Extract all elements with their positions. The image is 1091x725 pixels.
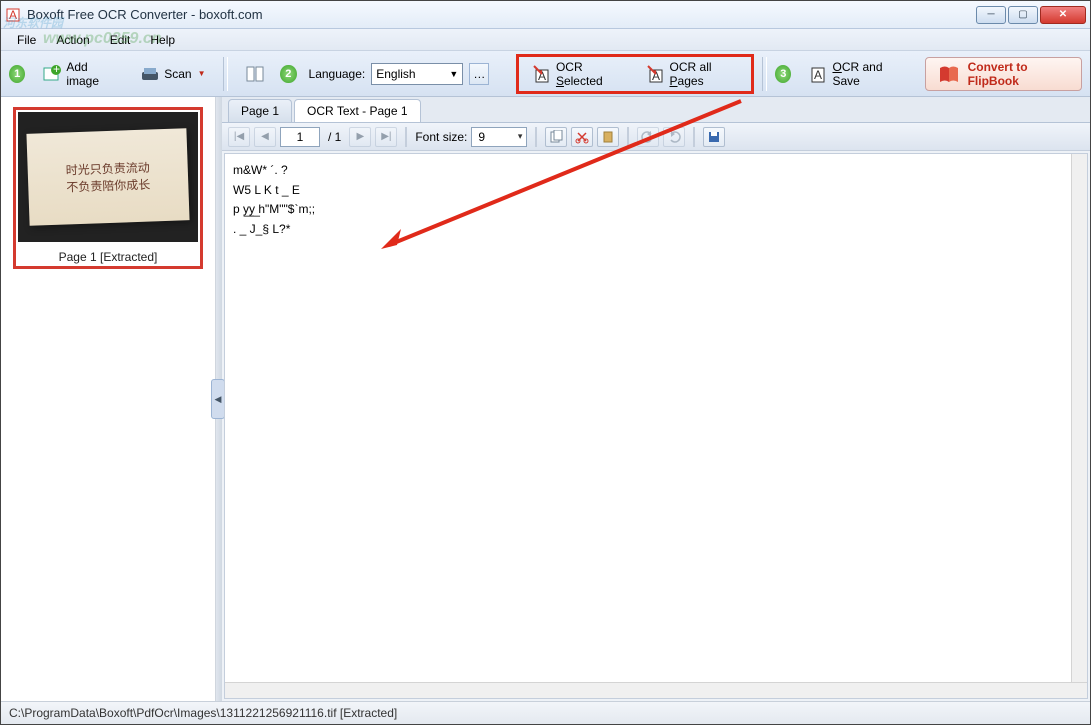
language-select[interactable]: English ▼ <box>371 63 463 85</box>
flipbook-icon <box>938 64 960 84</box>
scan-button[interactable]: Scan ▼ <box>131 57 214 91</box>
step-badge-1: 1 <box>9 65 25 83</box>
undo-button[interactable] <box>637 127 659 147</box>
toolbar: 1 + Add image Scan ▼ 2 Language: English… <box>1 51 1090 97</box>
svg-text:A: A <box>814 68 822 82</box>
ocr-selected-label: OCR Selected <box>556 60 622 88</box>
ocr-and-save-label: OCR and Save <box>832 60 903 88</box>
ocr-and-save-button[interactable]: A OCR and Save <box>799 57 912 91</box>
minimize-button[interactable]: ─ <box>976 6 1006 24</box>
page-total-label: / 1 <box>324 130 345 144</box>
redo-button[interactable] <box>663 127 685 147</box>
thumbnail-sidebar: 时光只负责流动 不负责陪你成长 Page 1 [Extracted] <box>1 97 216 701</box>
font-size-label: Font size: <box>415 130 467 144</box>
chevron-down-icon: ▼ <box>449 69 458 79</box>
last-page-button[interactable]: ▶| <box>375 127 397 147</box>
scanner-icon <box>140 64 160 84</box>
toolbar-separator-2 <box>762 57 768 91</box>
prev-page-button[interactable]: ◀ <box>254 127 276 147</box>
thumbnail-image: 时光只负责流动 不负责陪你成长 <box>18 112 198 242</box>
tab-ocr-text[interactable]: OCR Text - Page 1 <box>294 99 421 122</box>
language-label: Language: <box>309 67 366 81</box>
splitter[interactable]: ◀ <box>216 97 222 701</box>
layout-button[interactable] <box>236 57 274 91</box>
thumbnail-label: Page 1 [Extracted] <box>59 250 158 264</box>
horizontal-scrollbar[interactable] <box>225 682 1087 698</box>
tab-page1[interactable]: Page 1 <box>228 99 292 122</box>
language-value: English <box>376 67 415 81</box>
copy-button[interactable] <box>545 127 567 147</box>
main-area: 时光只负责流动 不负责陪你成长 Page 1 [Extracted] ◀ Pag… <box>1 97 1090 701</box>
paste-button[interactable] <box>597 127 619 147</box>
step-badge-2: 2 <box>280 65 296 83</box>
svg-text:A: A <box>9 8 17 22</box>
convert-flipbook-label: Convert to FlipBook <box>968 60 1069 88</box>
step-badge-3: 3 <box>775 65 791 83</box>
page-number-input[interactable] <box>280 127 320 147</box>
cut-button[interactable] <box>571 127 593 147</box>
menu-file[interactable]: File <box>7 31 46 49</box>
scan-label: Scan <box>164 67 191 81</box>
menubar: File Action Edit Help <box>1 29 1090 51</box>
close-button[interactable]: ✕ <box>1040 6 1086 24</box>
svg-text:+: + <box>53 64 60 76</box>
ocr-selected-button[interactable]: A OCR Selected <box>523 57 631 91</box>
annotation-highlight-box: A OCR Selected A OCR all Pages <box>516 54 754 94</box>
statusbar: C:\ProgramData\Boxoft\PdfOcr\Images\1311… <box>1 701 1090 724</box>
app-icon: A <box>5 7 21 23</box>
content-pane: Page 1 OCR Text - Page 1 |◀ ◀ / 1 ▶ ▶| F… <box>222 97 1090 701</box>
save-text-button[interactable] <box>703 127 725 147</box>
splitter-grip[interactable]: ◀ <box>211 379 225 419</box>
first-page-button[interactable]: |◀ <box>228 127 250 147</box>
pager-toolbar: |◀ ◀ / 1 ▶ ▶| Font size: 9 <box>222 123 1090 151</box>
ocr-selected-icon: A <box>532 64 552 84</box>
add-image-icon: + <box>42 64 62 84</box>
page-thumbnail[interactable]: 时光只负责流动 不负责陪你成长 Page 1 [Extracted] <box>13 107 203 269</box>
add-image-button[interactable]: + Add image <box>33 57 125 91</box>
toolbar-separator-1 <box>223 57 229 91</box>
ocr-save-icon: A <box>808 64 828 84</box>
language-more-button[interactable]: … <box>469 63 489 85</box>
menu-edit[interactable]: Edit <box>100 31 141 49</box>
add-image-label: Add image <box>66 60 116 88</box>
menu-action[interactable]: Action <box>46 31 99 49</box>
font-size-value: 9 <box>478 130 485 144</box>
vertical-scrollbar[interactable] <box>1071 154 1087 682</box>
thumbnail-note-content: 时光只负责流动 不负责陪你成长 <box>26 128 189 226</box>
scan-dropdown-arrow: ▼ <box>198 69 206 78</box>
ocr-text-area[interactable]: m&W* ´. ? W5 L K t _ E p y͟y͟ h"M""$`m;;… <box>224 153 1088 699</box>
tab-strip: Page 1 OCR Text - Page 1 <box>222 97 1090 123</box>
convert-flipbook-button[interactable]: Convert to FlipBook <box>925 57 1082 91</box>
status-path: C:\ProgramData\Boxoft\PdfOcr\Images\1311… <box>9 706 397 720</box>
layout-icon <box>245 64 265 84</box>
maximize-button[interactable]: ▢ <box>1008 6 1038 24</box>
ocr-all-pages-button[interactable]: A OCR all Pages <box>637 57 747 91</box>
titlebar: A Boxoft Free OCR Converter - boxoft.com… <box>1 1 1090 29</box>
ocr-all-label: OCR all Pages <box>670 60 738 88</box>
ocr-all-icon: A <box>646 64 666 84</box>
next-page-button[interactable]: ▶ <box>349 127 371 147</box>
font-size-select[interactable]: 9 <box>471 127 527 147</box>
ocr-text-content: m&W* ´. ? W5 L K t _ E p y͟y͟ h"M""$`m;;… <box>233 163 315 236</box>
window-title: Boxoft Free OCR Converter - boxoft.com <box>27 7 976 22</box>
menu-help[interactable]: Help <box>140 31 185 49</box>
